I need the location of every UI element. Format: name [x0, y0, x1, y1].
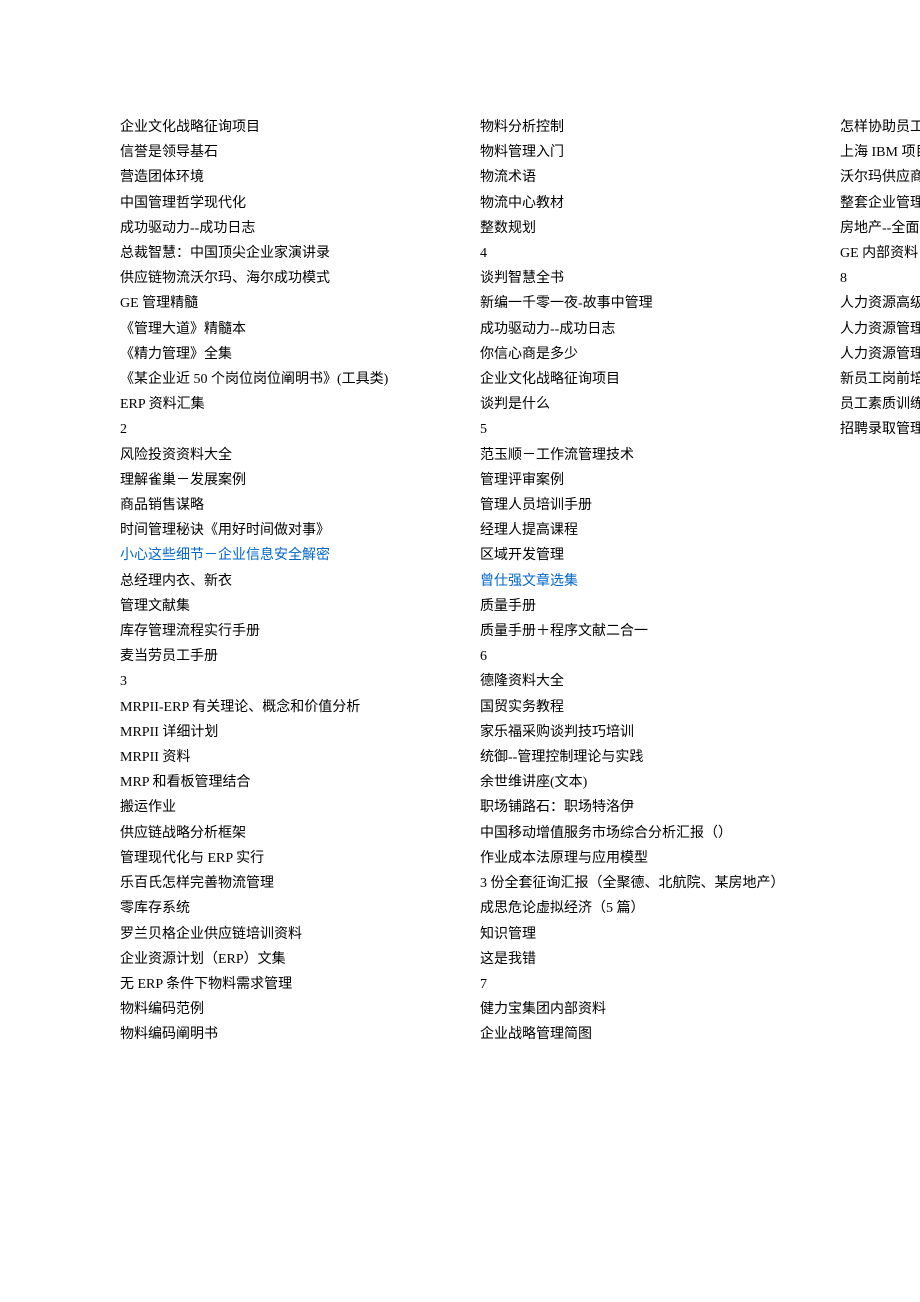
list-item: 物料编码阐明书 [120, 1022, 440, 1047]
list-item: 麦当劳员工手册 [120, 644, 440, 669]
list-item: 理解雀巢－发展案例 [120, 468, 440, 493]
list-item: GE 管理精髓 [120, 291, 440, 316]
list-item: 《精力管理》全集 [120, 342, 440, 367]
list-item: 成思危论虚拟经济（5 篇） [480, 896, 800, 921]
list-item: 6 [480, 644, 800, 669]
list-item: 曾仕强文章选集 [480, 569, 800, 594]
list-item: 物料编码范例 [120, 997, 440, 1022]
list-item: 范玉顺－工作流管理技术 [480, 443, 800, 468]
list-item: 上海 IBM 项目经理培训 [840, 140, 920, 165]
list-item: 质量手册＋程序文献二合一 [480, 619, 800, 644]
list-item: 营造团体环境 [120, 165, 440, 190]
list-item: 无 ERP 条件下物料需求管理 [120, 972, 440, 997]
list-item: 管理评审案例 [480, 468, 800, 493]
list-item: 招聘录取管理措施 [840, 417, 920, 442]
list-item: 成功驱动力--成功日志 [120, 216, 440, 241]
list-item: 余世维讲座(文本) [480, 770, 800, 795]
list-item: 健力宝集团内部资料 [480, 997, 800, 1022]
list-item: 管理文献集 [120, 594, 440, 619]
list-item: 你信心商是多少 [480, 342, 800, 367]
list-item: 物流术语 [480, 165, 800, 190]
list-item: 人力资源管理制度表格全套样本 [840, 342, 920, 367]
list-item: 供应链物流沃尔玛、海尔成功模式 [120, 266, 440, 291]
list-item: 沃尔玛供应商工厂认证手册 [840, 165, 920, 190]
list-item: 4 [480, 241, 800, 266]
list-item: 物料分析控制 [480, 115, 800, 140]
list-item: 供应链战略分析框架 [120, 821, 440, 846]
list-item: 搬运作业 [120, 795, 440, 820]
list-item: 管理人员培训手册 [480, 493, 800, 518]
list-item: ERP 资料汇集 [120, 392, 440, 417]
list-item: 中国移动增值服务市场综合分析汇报（） [480, 821, 800, 846]
list-item: 物料管理入门 [480, 140, 800, 165]
list-item: 风险投资资料大全 [120, 443, 440, 468]
document-page: 企业文化战略征询项目信誉是领导基石营造团体环境中国管理哲学现代化成功驱动力--成… [0, 0, 920, 1122]
list-item: 企业资源计划（ERP）文集 [120, 947, 440, 972]
list-item: 人力资源高级研修班详细讲义 [840, 291, 920, 316]
list-item: 总经理内衣、新衣 [120, 569, 440, 594]
list-item: 企业文化战略征询项目 [120, 115, 440, 140]
list-item: 人力资源管理教程 [840, 317, 920, 342]
list-item: MRPII 详细计划 [120, 720, 440, 745]
list-item: MRP 和看板管理结合 [120, 770, 440, 795]
list-item: 2 [120, 417, 440, 442]
list-item: MRPII 资料 [120, 745, 440, 770]
list-item: 家乐福采购谈判技巧培训 [480, 720, 800, 745]
list-item: 7 [480, 972, 800, 997]
list-item: 整套企业管理制度 [840, 191, 920, 216]
list-item: 5 [480, 417, 800, 442]
list-item: 商品销售谋略 [120, 493, 440, 518]
list-item: 整数规划 [480, 216, 800, 241]
list-item: 信誉是领导基石 [120, 140, 440, 165]
list-item: 新员工岗前培训管理措施 [840, 367, 920, 392]
list-item: 《管理大道》精髓本 [120, 317, 440, 342]
list-item: 中国管理哲学现代化 [120, 191, 440, 216]
list-item: 作业成本法原理与应用模型 [480, 846, 800, 871]
list-item: 时间管理秘诀《用好时间做对事》 [120, 518, 440, 543]
list-item: 库存管理流程实行手册 [120, 619, 440, 644]
list-item: 管理现代化与 ERP 实行 [120, 846, 440, 871]
list-item: 职场铺路石：职场特洛伊 [480, 795, 800, 820]
list-item: 3 [120, 669, 440, 694]
list-item: 区域开发管理 [480, 543, 800, 568]
list-item: 这是我错 [480, 947, 800, 972]
list-item: 知识管理 [480, 922, 800, 947]
list-item: 8 [840, 266, 920, 291]
list-item: 小心这些细节－企业信息安全解密 [120, 543, 440, 568]
list-item: 国贸实务教程 [480, 695, 800, 720]
list-item: 罗兰贝格企业供应链培训资料 [120, 922, 440, 947]
list-item: 房地产--全面信息化处理方案 [840, 216, 920, 241]
list-item: 质量手册 [480, 594, 800, 619]
list-item: 成功驱动力--成功日志 [480, 317, 800, 342]
list-item: 德隆资料大全 [480, 669, 800, 694]
list-item: 物流中心教材 [480, 191, 800, 216]
list-item: 企业战略管理简图 [480, 1022, 800, 1047]
list-item: 新编一千零一夜-故事中管理 [480, 291, 800, 316]
list-item: 谈判智慧全书 [480, 266, 800, 291]
list-item: 总裁智慧：中国顶尖企业家演讲录 [120, 241, 440, 266]
list-item: 企业文化战略征询项目 [480, 367, 800, 392]
list-item: 3 份全套征询汇报（全聚德、北航院、某房地产） [480, 871, 800, 896]
list-item: 零库存系统 [120, 896, 440, 921]
list-item: 《某企业近 50 个岗位岗位阐明书》(工具类) [120, 367, 440, 392]
list-item: MRPII-ERP 有关理论、概念和价值分析 [120, 695, 440, 720]
list-item: 员工素质训练 [840, 392, 920, 417]
list-item: 怎样协助员工在工作中有更好体现 [840, 115, 920, 140]
list-item: 谈判是什么 [480, 392, 800, 417]
list-item: 统御--管理控制理论与实践 [480, 745, 800, 770]
list-item: GE 内部资料 [840, 241, 920, 266]
list-item: 经理人提高课程 [480, 518, 800, 543]
list-item: 乐百氏怎样完善物流管理 [120, 871, 440, 896]
